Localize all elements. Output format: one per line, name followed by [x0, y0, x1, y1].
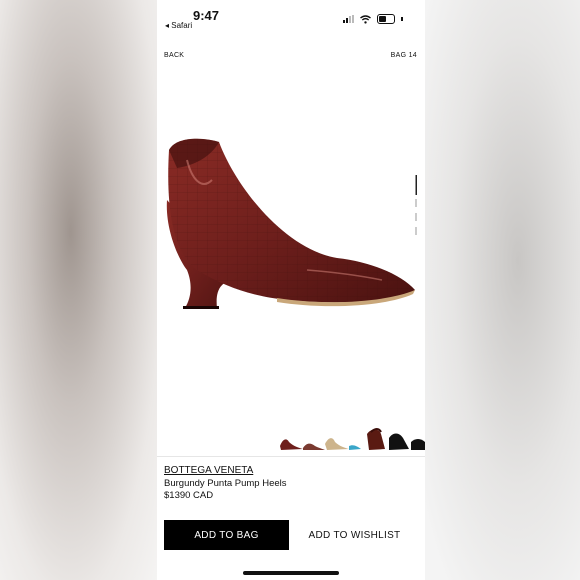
background-left [0, 0, 157, 580]
thumb-shoe-6 [389, 433, 409, 450]
phone-screen: 9:47 ◂ Safari BACK BAG 14 BOTTEGA VENETA… [157, 0, 425, 580]
thumb-shoe-3 [325, 438, 349, 450]
battery-icon [377, 14, 395, 24]
divider [157, 456, 425, 457]
product-name: Burgundy Punta Pump Heels [164, 478, 287, 489]
signal-icon [343, 15, 354, 23]
thumb-shoe-7 [411, 439, 425, 450]
thumb-shoe-4 [349, 445, 361, 450]
thumb-shoe-5 [367, 428, 385, 450]
add-to-wishlist-button[interactable]: ADD TO WISHLIST [297, 520, 412, 550]
product-image[interactable] [157, 120, 425, 320]
background-right [425, 0, 580, 580]
back-to-safari[interactable]: ◂ Safari [165, 21, 192, 30]
status-time: 9:47 [193, 8, 220, 23]
battery-tip [401, 17, 403, 21]
status-icons [343, 14, 403, 24]
home-indicator[interactable] [243, 571, 339, 575]
thumb-shoe-2 [303, 443, 325, 450]
thumb-shoe-1 [280, 439, 303, 450]
wifi-icon [360, 14, 371, 24]
back-link[interactable]: BACK [164, 52, 184, 59]
image-pager[interactable] [415, 175, 418, 237]
related-products-carousel[interactable] [275, 424, 425, 454]
bag-link[interactable]: BAG 14 [391, 52, 417, 59]
product-price: $1390 CAD [164, 490, 214, 501]
add-to-bag-button[interactable]: ADD TO BAG [164, 520, 289, 550]
product-brand[interactable]: BOTTEGA VENETA [164, 465, 253, 476]
